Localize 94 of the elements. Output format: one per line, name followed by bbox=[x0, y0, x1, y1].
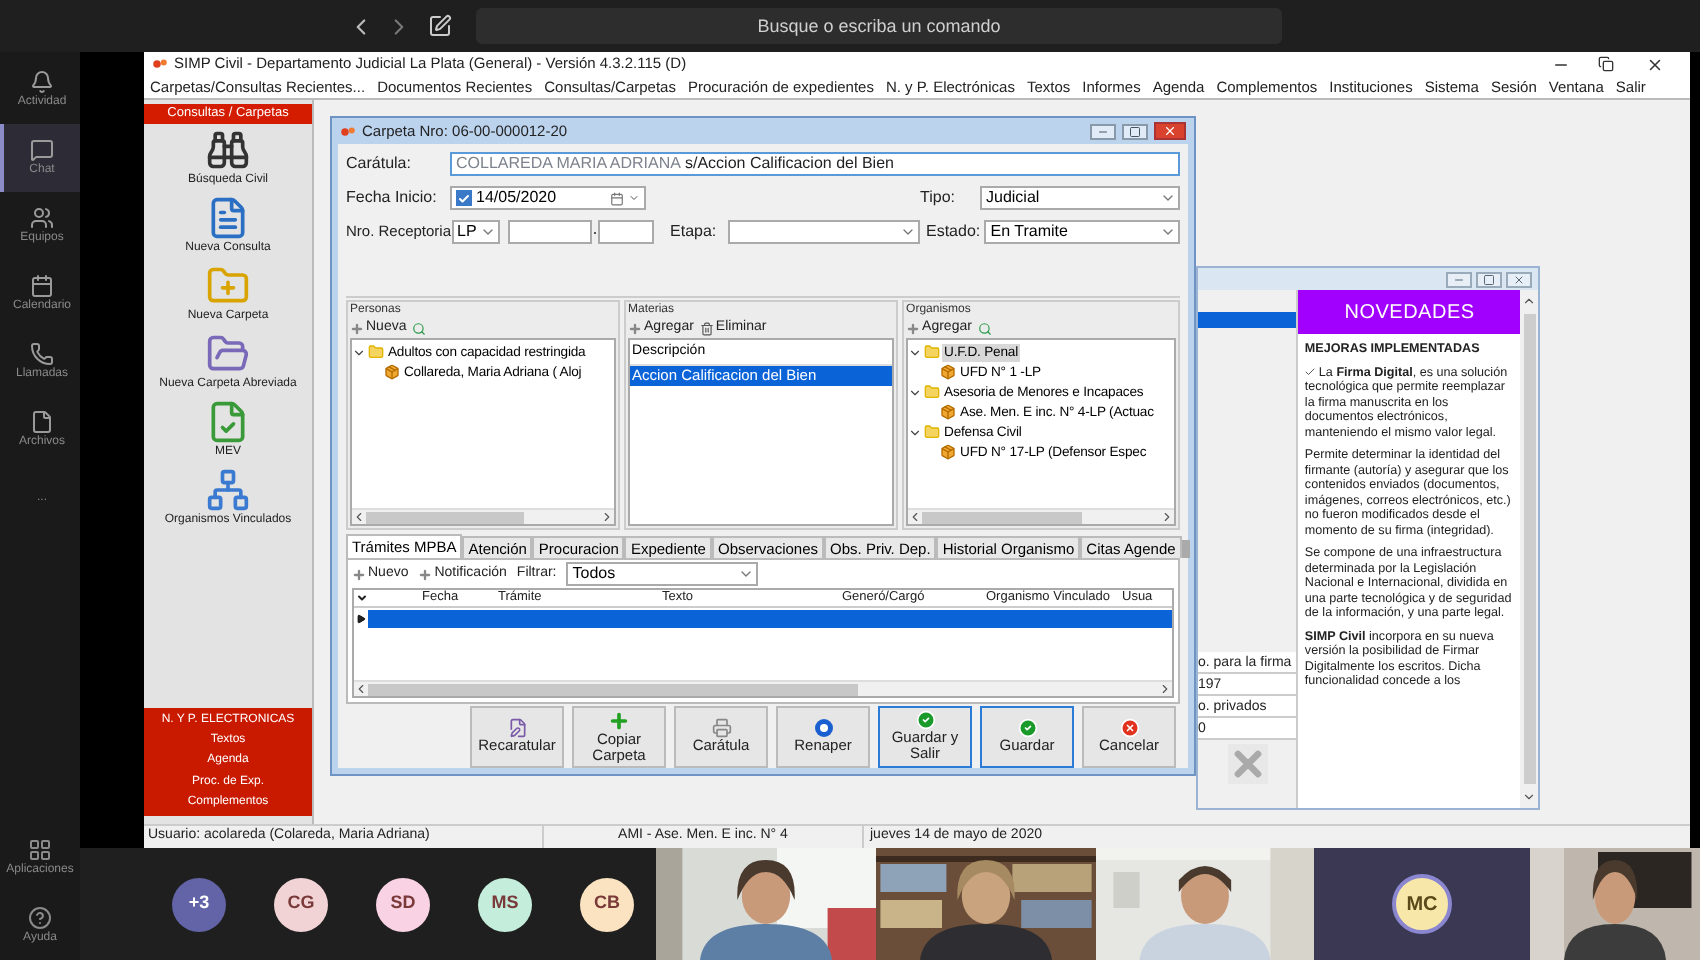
folder-icon bbox=[368, 344, 384, 360]
dropdown-icon bbox=[1160, 190, 1176, 206]
row-marker-icon bbox=[356, 613, 366, 623]
participant-avatar[interactable]: CG bbox=[274, 877, 328, 931]
plus-icon bbox=[906, 321, 921, 335]
participant-avatar[interactable]: MC bbox=[1392, 874, 1452, 934]
document-icon bbox=[206, 196, 250, 240]
scrollbar-thumb[interactable] bbox=[1523, 314, 1536, 784]
close-icon[interactable] bbox=[1646, 55, 1664, 73]
expand-icon[interactable] bbox=[352, 345, 366, 359]
folder-icon bbox=[206, 264, 250, 308]
scroll-right-icon[interactable] bbox=[1160, 510, 1175, 524]
box-icon bbox=[940, 444, 957, 460]
box-icon bbox=[940, 364, 957, 380]
rail-icon bbox=[30, 138, 54, 162]
restore-icon[interactable] bbox=[1598, 56, 1614, 72]
field-label: Tipo: bbox=[920, 186, 957, 210]
network-icon bbox=[206, 468, 250, 512]
folder-icon bbox=[924, 424, 941, 440]
app-logo-icon bbox=[152, 58, 168, 70]
plus-icon bbox=[350, 321, 364, 335]
folder-icon bbox=[924, 384, 941, 400]
scroll-left-icon[interactable] bbox=[354, 682, 368, 696]
rail-icon bbox=[30, 206, 54, 230]
compose-icon[interactable] bbox=[428, 14, 452, 38]
plus-icon bbox=[628, 321, 643, 335]
dropdown-icon bbox=[628, 192, 640, 204]
rail-icon bbox=[30, 274, 54, 298]
close-icon[interactable] bbox=[1154, 122, 1186, 140]
estado-select[interactable]: En Tramite bbox=[984, 220, 1180, 244]
apps-icon bbox=[28, 838, 52, 862]
dropdown-icon bbox=[480, 224, 497, 240]
circle-icon bbox=[813, 718, 833, 738]
check-icon bbox=[1017, 718, 1037, 738]
expand-icon[interactable] bbox=[908, 425, 923, 439]
scrollbar-thumb[interactable] bbox=[368, 683, 859, 695]
plus-icon bbox=[352, 567, 366, 581]
news-banner: NOVEDADES bbox=[1298, 290, 1521, 334]
table-row[interactable] bbox=[368, 609, 1172, 627]
cancel-icon bbox=[1119, 718, 1139, 738]
search-field[interactable]: Busque o escriba un comando bbox=[476, 8, 1282, 44]
receptoria-select[interactable]: LP bbox=[451, 220, 501, 244]
folder-icon bbox=[206, 332, 250, 376]
help-icon bbox=[28, 906, 52, 930]
scroll-left-icon[interactable] bbox=[908, 510, 923, 524]
folder-icon bbox=[924, 344, 941, 360]
scrollbar-thumb[interactable] bbox=[922, 511, 1082, 523]
plus-icon bbox=[608, 709, 630, 731]
sort-icon bbox=[356, 592, 368, 604]
rail-icon bbox=[30, 410, 54, 434]
rail-icon bbox=[30, 342, 54, 366]
plus-icon bbox=[418, 567, 433, 581]
printer-icon bbox=[711, 718, 731, 738]
field-label: Fecha Inicio: bbox=[346, 186, 439, 210]
caratula-field[interactable]: COLLAREDA MARIA ADRIANA s/Accion Calificacion del Bien bbox=[450, 152, 1180, 176]
document-icon bbox=[206, 400, 250, 444]
delete-icon bbox=[699, 321, 714, 335]
binoculars-icon bbox=[206, 128, 250, 172]
participant-avatar[interactable]: CB bbox=[580, 877, 634, 931]
participant-avatar[interactable]: +3 bbox=[172, 877, 226, 931]
tipo-select[interactable]: Judicial bbox=[980, 186, 1180, 210]
receptoria-field[interactable] bbox=[598, 220, 655, 244]
rail-icon bbox=[30, 70, 54, 94]
dropdown-icon bbox=[738, 566, 755, 582]
dropdown-icon bbox=[1159, 224, 1176, 240]
box-icon bbox=[940, 404, 957, 420]
scroll-left-icon[interactable] bbox=[352, 510, 366, 524]
scrollbar-thumb[interactable] bbox=[366, 511, 524, 523]
maximize-icon[interactable] bbox=[1476, 271, 1502, 287]
check-icon bbox=[915, 710, 935, 730]
scroll-down-icon[interactable] bbox=[1522, 790, 1537, 804]
scroll-up-icon[interactable] bbox=[1522, 294, 1537, 308]
field-label: Etapa: bbox=[670, 220, 719, 244]
check-icon bbox=[1304, 365, 1317, 378]
search-icon[interactable] bbox=[977, 321, 992, 335]
app-logo-icon bbox=[340, 125, 356, 137]
search-icon[interactable] bbox=[412, 321, 427, 335]
box-icon bbox=[384, 364, 400, 380]
scroll-right-icon[interactable] bbox=[1158, 682, 1172, 696]
date-field[interactable]: 14/05/2020 bbox=[450, 186, 646, 210]
checkbox[interactable] bbox=[456, 190, 472, 206]
filter-select[interactable]: Todos bbox=[566, 562, 759, 586]
calendar-icon bbox=[610, 191, 624, 205]
field-label: Carátula: bbox=[346, 152, 413, 176]
expand-icon[interactable] bbox=[908, 385, 923, 399]
receptoria-field[interactable] bbox=[508, 220, 593, 244]
participant-avatar[interactable]: SD bbox=[376, 877, 430, 931]
edit-icon bbox=[507, 718, 527, 738]
participant-avatar[interactable]: MS bbox=[478, 877, 532, 931]
dropdown-icon bbox=[900, 224, 917, 240]
field-label: Estado: bbox=[925, 220, 983, 244]
scroll-right-icon[interactable] bbox=[600, 510, 615, 524]
expand-icon[interactable] bbox=[908, 345, 923, 359]
maximize-icon[interactable] bbox=[1122, 123, 1148, 139]
